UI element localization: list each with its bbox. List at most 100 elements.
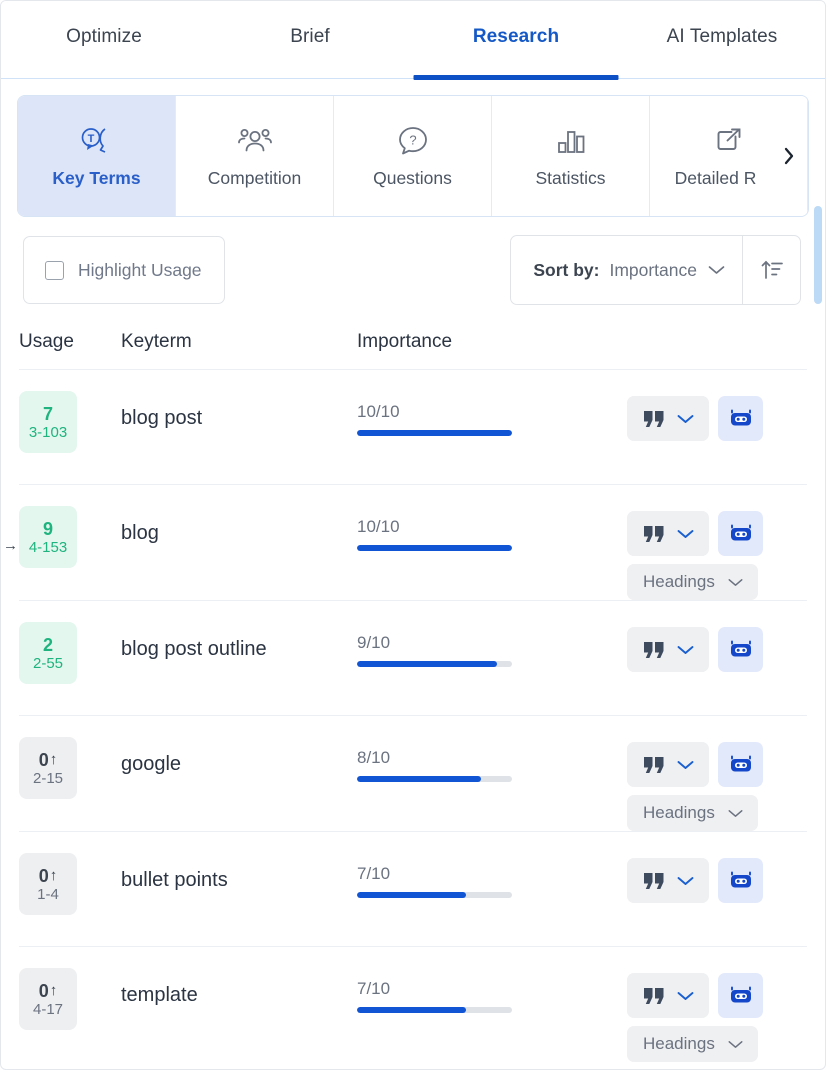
quote-icon	[643, 525, 664, 543]
sort-by-dropdown[interactable]: Sort by: Importance	[511, 236, 742, 304]
tab-brief[interactable]: Brief	[207, 1, 413, 78]
keyterm-label: blog post outline	[121, 638, 267, 660]
usage-up-arrow-icon: ↑	[49, 751, 58, 768]
usage-range: 4-153	[28, 538, 68, 556]
ai-assist-button[interactable]	[718, 973, 763, 1018]
subtab-statistics-label: Statistics	[535, 168, 606, 188]
tab-ai-templates[interactable]: AI Templates	[619, 1, 825, 78]
chevron-down-icon	[727, 577, 744, 588]
usage-count-value: 7	[42, 403, 53, 424]
quote-dropdown-button[interactable]	[627, 396, 709, 441]
ai-assist-button[interactable]	[718, 511, 763, 556]
quote-dropdown-button[interactable]	[627, 742, 709, 787]
keyterms-toolbar: Highlight Usage Sort by: Importance	[1, 217, 825, 305]
headings-label: Headings	[643, 572, 715, 591]
row-actions-primary	[627, 973, 763, 1018]
subtab-competition[interactable]: Competition	[176, 96, 334, 216]
subtab-key-terms-label: Key Terms	[52, 168, 141, 188]
tab-brief-label: Brief	[290, 25, 330, 47]
quote-icon	[643, 756, 664, 774]
subtab-statistics[interactable]: Statistics	[492, 96, 650, 216]
subtab-questions[interactable]: ? Questions	[334, 96, 492, 216]
sort-direction-button[interactable]	[742, 236, 800, 304]
importance-score: 10/10	[357, 402, 400, 421]
highlight-usage-checkbox[interactable]	[45, 260, 64, 280]
table-row[interactable]: 0 ↑ 4-17 template 7/10 Headings	[19, 947, 807, 1062]
ai-assist-button[interactable]	[718, 396, 763, 441]
row-actions-primary	[627, 511, 763, 556]
secondary-tab-bar-wrapper: T Key Terms Competition ? Questions Stat…	[1, 79, 825, 217]
usage-cell: 7 3-103	[19, 391, 121, 453]
people-group-icon	[236, 123, 274, 159]
row-active-marker: →	[3, 537, 18, 554]
usage-badge[interactable]: 7 3-103	[19, 391, 77, 453]
question-bubble-icon: ?	[396, 123, 430, 159]
table-row[interactable]: → 9 4-153 blog 10/10 Headings	[3, 485, 807, 601]
sort-by-value: Importance	[609, 259, 697, 280]
importance-score: 8/10	[357, 748, 391, 767]
vertical-scrollbar-thumb[interactable]	[814, 206, 822, 304]
subtab-key-terms[interactable]: T Key Terms	[18, 96, 176, 216]
ai-assist-button[interactable]	[718, 627, 763, 672]
usage-cell: 2 2-55	[19, 622, 121, 684]
usage-range: 1-4	[37, 885, 59, 903]
chevron-right-icon[interactable]	[778, 141, 800, 171]
chevron-down-icon	[727, 1039, 744, 1050]
tab-optimize[interactable]: Optimize	[1, 1, 207, 78]
subtab-questions-label: Questions	[373, 168, 452, 188]
row-actions: Headings	[627, 506, 807, 600]
headings-dropdown-button[interactable]: Headings	[627, 1026, 758, 1062]
keyterm-label: template	[121, 984, 198, 1006]
headings-dropdown-button[interactable]: Headings	[627, 564, 758, 600]
keyterms-table-body: 7 3-103 blog post 10/10 → 9 4-153 blog 1…	[1, 370, 825, 1062]
subtab-detailed-report-label: Detailed R	[674, 168, 757, 188]
usage-badge[interactable]: 9 4-153	[19, 506, 77, 568]
keyterm-label: blog post	[121, 407, 203, 429]
usage-badge[interactable]: 0 ↑ 2-15	[19, 737, 77, 799]
usage-count: 9	[43, 520, 53, 538]
usage-cell: 0 ↑ 2-15	[19, 737, 121, 799]
tab-research[interactable]: Research	[413, 1, 619, 78]
usage-range: 4-17	[32, 1000, 64, 1018]
keyterm-label: bullet points	[121, 869, 228, 891]
importance-bar-fill	[357, 661, 497, 667]
quote-dropdown-button[interactable]	[627, 627, 709, 672]
usage-count: 7	[43, 405, 53, 423]
vertical-scrollbar[interactable]	[814, 206, 822, 1066]
robot-icon	[728, 408, 754, 430]
table-column-headers: Usage Keyterm Importance	[19, 305, 807, 370]
quote-icon	[643, 987, 664, 1005]
column-header-importance: Importance	[357, 331, 453, 352]
usage-cell: 9 4-153	[19, 506, 121, 568]
quote-dropdown-button[interactable]	[627, 858, 709, 903]
ai-assist-button[interactable]	[718, 858, 763, 903]
robot-icon	[728, 639, 754, 661]
chevron-down-icon	[676, 528, 695, 540]
importance-bar-track	[357, 776, 512, 782]
importance-bar-track	[357, 892, 512, 898]
usage-count-value: 0	[38, 980, 49, 1001]
row-actions: Headings	[627, 737, 807, 831]
quote-dropdown-button[interactable]	[627, 511, 709, 556]
usage-badge[interactable]: 2 2-55	[19, 622, 77, 684]
usage-count: 0 ↑	[39, 867, 58, 885]
usage-count: 0 ↑	[39, 982, 58, 1000]
highlight-usage-toggle[interactable]: Highlight Usage	[23, 236, 225, 304]
ai-assist-button[interactable]	[718, 742, 763, 787]
usage-badge[interactable]: 0 ↑ 4-17	[19, 968, 77, 1030]
svg-text:?: ?	[409, 133, 416, 148]
importance-bar-track	[357, 545, 512, 551]
headings-label: Headings	[643, 803, 715, 822]
row-actions-primary	[627, 858, 763, 903]
table-row[interactable]: 0 ↑ 2-15 google 8/10 Headings	[19, 716, 807, 832]
column-header-usage: Usage	[19, 331, 74, 352]
importance-cell: 7/10	[357, 968, 627, 1013]
table-row[interactable]: 7 3-103 blog post 10/10	[19, 370, 807, 485]
quote-dropdown-button[interactable]	[627, 973, 709, 1018]
headings-dropdown-button[interactable]: Headings	[627, 795, 758, 831]
table-row[interactable]: 2 2-55 blog post outline 9/10	[19, 601, 807, 716]
highlight-usage-label: Highlight Usage	[78, 259, 202, 280]
usage-badge[interactable]: 0 ↑ 1-4	[19, 853, 77, 915]
table-row[interactable]: 0 ↑ 1-4 bullet points 7/10	[19, 832, 807, 947]
importance-bar-track	[357, 1007, 512, 1013]
